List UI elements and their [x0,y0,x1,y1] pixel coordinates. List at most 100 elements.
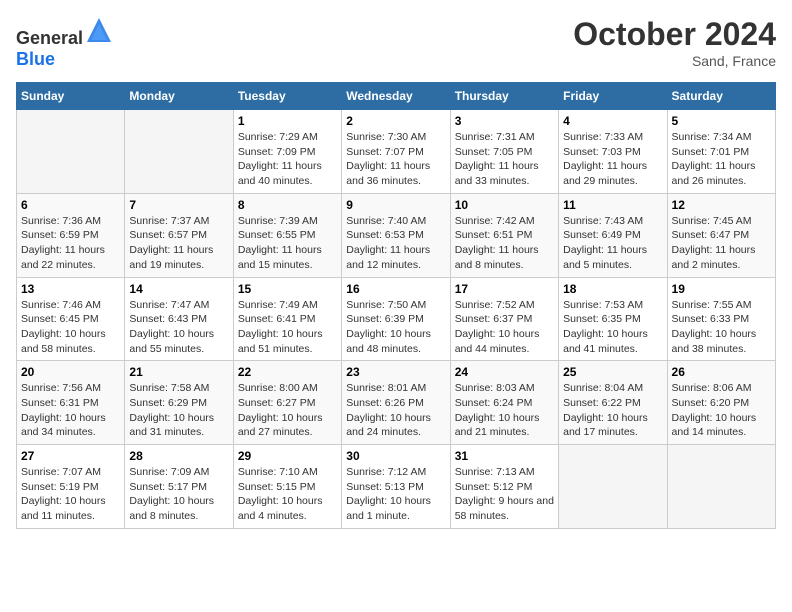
calendar-day-header: Wednesday [342,83,450,110]
day-number: 3 [455,114,554,128]
calendar-day-header: Saturday [667,83,775,110]
day-info: Sunrise: 7:29 AMSunset: 7:09 PMDaylight:… [238,130,337,189]
day-info: Sunrise: 7:36 AMSunset: 6:59 PMDaylight:… [21,214,120,273]
day-info: Sunrise: 7:12 AMSunset: 5:13 PMDaylight:… [346,465,445,524]
day-number: 24 [455,365,554,379]
calendar-header: SundayMondayTuesdayWednesdayThursdayFrid… [17,83,776,110]
day-number: 12 [672,198,771,212]
calendar-cell: 3 Sunrise: 7:31 AMSunset: 7:05 PMDaylight… [450,110,558,194]
calendar-cell: 17 Sunrise: 7:52 AMSunset: 6:37 PMDayligh… [450,277,558,361]
day-number: 17 [455,282,554,296]
day-info: Sunrise: 8:04 AMSunset: 6:22 PMDaylight:… [563,381,662,440]
day-number: 13 [21,282,120,296]
calendar-cell: 31Sunrise: 7:13 AMSunset: 5:12 PMDayligh… [450,445,558,529]
day-number: 11 [563,198,662,212]
calendar-cell [559,445,667,529]
calendar-cell: 16 Sunrise: 7:50 AMSunset: 6:39 PMDayligh… [342,277,450,361]
logo-text: General Blue [16,16,113,70]
calendar-cell: 29Sunrise: 7:10 AMSunset: 5:15 PMDayligh… [233,445,341,529]
day-number: 22 [238,365,337,379]
day-info: Sunrise: 7:45 AMSunset: 6:47 PMDaylight:… [672,214,771,273]
day-info: Sunrise: 7:55 AMSunset: 6:33 PMDaylight:… [672,298,771,357]
calendar-table: SundayMondayTuesdayWednesdayThursdayFrid… [16,82,776,529]
day-number: 16 [346,282,445,296]
day-number: 1 [238,114,337,128]
day-number: 30 [346,449,445,463]
title-block: October 2024 Sand, France [573,16,776,69]
calendar-cell: 24 Sunrise: 8:03 AMSunset: 6:24 PMDayligh… [450,361,558,445]
calendar-cell [667,445,775,529]
day-info: Sunrise: 7:56 AMSunset: 6:31 PMDaylight:… [21,381,120,440]
calendar-week-row: 6Sunrise: 7:36 AMSunset: 6:59 PMDaylight… [17,193,776,277]
day-number: 20 [21,365,120,379]
day-info: Sunrise: 7:30 AMSunset: 7:07 PMDaylight:… [346,130,445,189]
day-info: Sunrise: 7:46 AMSunset: 6:45 PMDaylight:… [21,298,120,357]
logo-blue: Blue [16,49,55,69]
day-info: Sunrise: 7:58 AMSunset: 6:29 PMDaylight:… [129,381,228,440]
day-info: Sunrise: 8:00 AMSunset: 6:27 PMDaylight:… [238,381,337,440]
calendar-day-header: Sunday [17,83,125,110]
day-info: Sunrise: 7:43 AMSunset: 6:49 PMDaylight:… [563,214,662,273]
day-number: 19 [672,282,771,296]
day-number: 26 [672,365,771,379]
day-info: Sunrise: 7:31 AMSunset: 7:05 PMDaylight:… [455,130,554,189]
calendar-cell: 5 Sunrise: 7:34 AMSunset: 7:01 PMDaylight… [667,110,775,194]
calendar-week-row: 1 Sunrise: 7:29 AMSunset: 7:09 PMDaylight… [17,110,776,194]
calendar-cell: 11 Sunrise: 7:43 AMSunset: 6:49 PMDayligh… [559,193,667,277]
day-info: Sunrise: 8:03 AMSunset: 6:24 PMDaylight:… [455,381,554,440]
calendar-body: 1 Sunrise: 7:29 AMSunset: 7:09 PMDaylight… [17,110,776,529]
page-header: General Blue October 2024 Sand, France [16,16,776,70]
day-number: 28 [129,449,228,463]
day-info: Sunrise: 7:33 AMSunset: 7:03 PMDaylight:… [563,130,662,189]
day-number: 31 [455,449,554,463]
day-info: Sunrise: 7:42 AMSunset: 6:51 PMDaylight:… [455,214,554,273]
month-title: October 2024 [573,16,776,53]
calendar-cell: 30 Sunrise: 7:12 AMSunset: 5:13 PMDayligh… [342,445,450,529]
calendar-cell: 19 Sunrise: 7:55 AMSunset: 6:33 PMDayligh… [667,277,775,361]
day-info: Sunrise: 7:39 AMSunset: 6:55 PMDaylight:… [238,214,337,273]
day-number: 15 [238,282,337,296]
day-number: 4 [563,114,662,128]
day-info: Sunrise: 7:52 AMSunset: 6:37 PMDaylight:… [455,298,554,357]
calendar-cell: 4 Sunrise: 7:33 AMSunset: 7:03 PMDaylight… [559,110,667,194]
calendar-week-row: 13 Sunrise: 7:46 AMSunset: 6:45 PMDayligh… [17,277,776,361]
location: Sand, France [573,53,776,69]
day-info: Sunrise: 7:10 AMSunset: 5:15 PMDaylight:… [238,465,337,524]
day-info: Sunrise: 7:50 AMSunset: 6:39 PMDaylight:… [346,298,445,357]
calendar-cell: 12 Sunrise: 7:45 AMSunset: 6:47 PMDayligh… [667,193,775,277]
day-number: 7 [129,198,228,212]
day-info: Sunrise: 7:09 AMSunset: 5:17 PMDaylight:… [129,465,228,524]
calendar-week-row: 20 Sunrise: 7:56 AMSunset: 6:31 PMDayligh… [17,361,776,445]
calendar-cell: 22 Sunrise: 8:00 AMSunset: 6:27 PMDayligh… [233,361,341,445]
day-number: 25 [563,365,662,379]
calendar-cell [17,110,125,194]
day-info: Sunrise: 7:34 AMSunset: 7:01 PMDaylight:… [672,130,771,189]
calendar-cell [125,110,233,194]
day-info: Sunrise: 7:53 AMSunset: 6:35 PMDaylight:… [563,298,662,357]
calendar-cell: 14Sunrise: 7:47 AMSunset: 6:43 PMDayligh… [125,277,233,361]
calendar-cell: 8 Sunrise: 7:39 AMSunset: 6:55 PMDaylight… [233,193,341,277]
calendar-cell: 2Sunrise: 7:30 AMSunset: 7:07 PMDaylight… [342,110,450,194]
day-number: 18 [563,282,662,296]
calendar-cell: 27Sunrise: 7:07 AMSunset: 5:19 PMDayligh… [17,445,125,529]
calendar-cell: 21 Sunrise: 7:58 AMSunset: 6:29 PMDayligh… [125,361,233,445]
calendar-day-header: Friday [559,83,667,110]
calendar-cell: 23Sunrise: 8:01 AMSunset: 6:26 PMDayligh… [342,361,450,445]
day-number: 8 [238,198,337,212]
calendar-cell: 18 Sunrise: 7:53 AMSunset: 6:35 PMDayligh… [559,277,667,361]
calendar-day-header: Monday [125,83,233,110]
day-number: 23 [346,365,445,379]
calendar-cell: 15 Sunrise: 7:49 AMSunset: 6:41 PMDayligh… [233,277,341,361]
day-number: 21 [129,365,228,379]
calendar-cell: 9Sunrise: 7:40 AMSunset: 6:53 PMDaylight… [342,193,450,277]
logo-general: General [16,28,83,48]
calendar-cell: 20 Sunrise: 7:56 AMSunset: 6:31 PMDayligh… [17,361,125,445]
day-number: 9 [346,198,445,212]
day-info: Sunrise: 7:49 AMSunset: 6:41 PMDaylight:… [238,298,337,357]
calendar-cell: 6Sunrise: 7:36 AMSunset: 6:59 PMDaylight… [17,193,125,277]
day-number: 10 [455,198,554,212]
day-info: Sunrise: 7:47 AMSunset: 6:43 PMDaylight:… [129,298,228,357]
calendar-cell: 7Sunrise: 7:37 AMSunset: 6:57 PMDaylight… [125,193,233,277]
day-number: 5 [672,114,771,128]
calendar-cell: 26Sunrise: 8:06 AMSunset: 6:20 PMDayligh… [667,361,775,445]
